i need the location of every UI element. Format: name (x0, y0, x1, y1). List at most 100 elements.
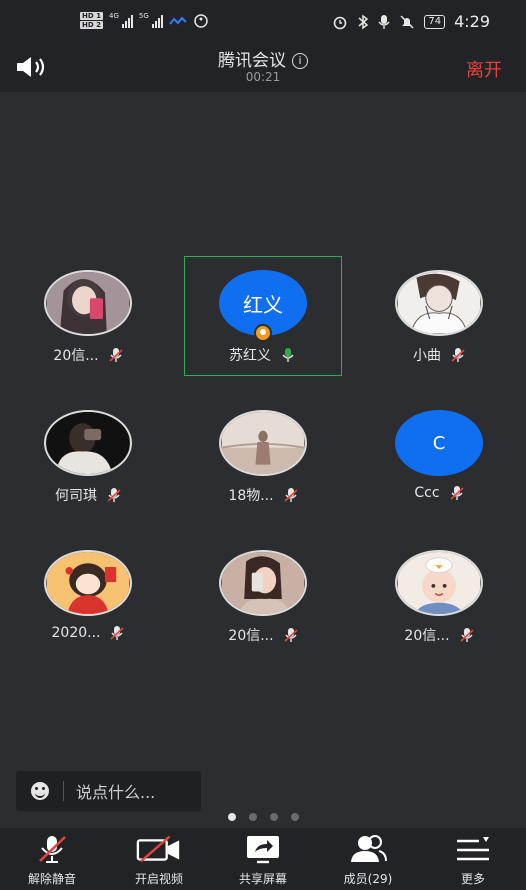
participant-name: 何司琪 (55, 488, 97, 504)
accessibility-icon (194, 13, 208, 28)
avatar (44, 270, 132, 336)
mic-muted-icon (451, 348, 465, 362)
more-label: 更多 (460, 872, 485, 886)
participant-tile[interactable]: 20信... (360, 536, 518, 656)
more-menu-icon (457, 837, 489, 861)
participant-label: 何司琪 (9, 485, 167, 505)
share-screen-button[interactable]: 共享屏幕 (218, 828, 308, 890)
clock: 4:29 (454, 12, 490, 31)
chat-placeholder: 说点什么... (76, 783, 156, 802)
info-icon[interactable]: i (292, 53, 308, 69)
page-dot-2[interactable] (249, 813, 257, 821)
page-dot-4[interactable] (291, 813, 299, 821)
avatar-photo (221, 412, 305, 474)
avatar (219, 410, 307, 476)
meeting-header: 腾讯会议 i 00:21 离开 (0, 40, 526, 92)
start-video-label: 开启视频 (134, 872, 183, 886)
participant-name: 2020... (51, 625, 101, 641)
avatar-photo (46, 272, 130, 334)
participant-name: 苏红义 (229, 348, 271, 364)
host-badge-icon (254, 324, 272, 342)
avatar-photo (397, 552, 481, 614)
divider (63, 781, 64, 801)
share-screen-label: 共享屏幕 (238, 872, 287, 886)
participant-label: 苏红义 (183, 345, 341, 365)
avatar (395, 270, 483, 336)
participant-label: 20信... (360, 625, 518, 645)
mic-muted-icon (39, 836, 66, 863)
video-off-icon (136, 835, 180, 863)
status-right: 74 4:29 (332, 12, 490, 31)
page-indicator[interactable] (228, 813, 299, 821)
more-button[interactable]: 更多 (428, 828, 518, 890)
members-button[interactable]: 成员(29) (323, 828, 413, 890)
avatar-photo (46, 412, 130, 474)
participant-tile[interactable]: 20信... (9, 256, 167, 376)
hd-indicators: HD 1 HD 2 (80, 12, 103, 29)
bluetooth-icon (358, 14, 369, 29)
participant-tile[interactable]: 何司琪 (9, 396, 167, 516)
meeting-title[interactable]: 腾讯会议 i (0, 46, 526, 71)
mic-muted-icon (110, 626, 125, 640)
participant-name: Ccc (414, 485, 440, 501)
participant-tile[interactable]: 20信... (184, 536, 342, 656)
avatar (219, 550, 307, 616)
participant-label: 20信... (184, 625, 342, 645)
page-dot-1[interactable] (228, 813, 236, 821)
participant-tile-active[interactable]: 红义 苏红义 (184, 256, 342, 376)
participant-label: 20信... (9, 345, 167, 365)
mic-on-icon (282, 348, 294, 362)
avatar-photo (397, 272, 481, 334)
start-video-button[interactable]: 开启视频 (114, 828, 204, 890)
participant-label: 18物... (184, 485, 342, 505)
mic-muted-icon (107, 488, 121, 502)
mic-muted-icon (450, 486, 464, 500)
network-type-2: 5G (138, 12, 149, 20)
alarm-icon (334, 16, 347, 29)
meeting-timer: 00:21 (245, 70, 281, 84)
signal-strength-icon (121, 14, 133, 28)
battery-icon: 74 (424, 14, 446, 29)
participant-label: 小曲 (360, 345, 518, 365)
participant-label: Ccc (360, 485, 518, 501)
participant-name: 小曲 (413, 348, 441, 364)
leave-button[interactable]: 离开 (466, 56, 502, 82)
chat-input[interactable]: 说点什么... (16, 771, 201, 811)
bottom-toolbar: 解除静音 开启视频 共享屏幕 成员(29) 更多 (0, 828, 526, 890)
avatar-photo (221, 552, 305, 614)
avatar (44, 410, 132, 476)
avatar: C (395, 410, 483, 476)
mic-muted-icon (109, 348, 123, 362)
data-activity-icon (168, 16, 187, 25)
share-screen-icon (247, 836, 279, 864)
members-icon (351, 835, 387, 862)
avatar (44, 550, 132, 616)
unmute-button[interactable]: 解除静音 (7, 828, 97, 890)
avatar-photo (46, 552, 130, 614)
participant-name: 20信... (53, 348, 99, 364)
participant-name: 20信... (404, 628, 450, 644)
meeting-title-text: 腾讯会议 (218, 51, 286, 71)
emoji-icon[interactable] (31, 782, 49, 800)
members-label: 成员(29) (343, 872, 393, 886)
participant-name: 18物... (228, 488, 274, 504)
signal-strength-icon-2 (151, 14, 163, 28)
participant-label: 2020... (9, 625, 167, 641)
status-left: HD 1 HD 2 4G 5G (80, 12, 209, 29)
network-type-1: 4G (108, 12, 119, 20)
page-dot-3[interactable] (270, 813, 278, 821)
participant-tile[interactable]: 2020... (9, 536, 167, 656)
mic-muted-icon (284, 628, 298, 642)
participant-tile[interactable]: C Ccc (360, 396, 518, 516)
mic-muted-icon (284, 488, 298, 502)
participant-tile[interactable]: 18物... (184, 396, 342, 516)
avatar (395, 550, 483, 616)
hd1-indicator: HD 1 (80, 12, 103, 20)
mic-status-icon (378, 14, 390, 29)
hd2-indicator: HD 2 (80, 21, 103, 29)
unmute-label: 解除静音 (27, 872, 76, 886)
mic-muted-icon (460, 628, 474, 642)
silent-bell-icon (400, 14, 414, 29)
participant-tile[interactable]: 小曲 (360, 256, 518, 376)
status-bar: HD 1 HD 2 4G 5G 74 4:29 (0, 0, 526, 40)
